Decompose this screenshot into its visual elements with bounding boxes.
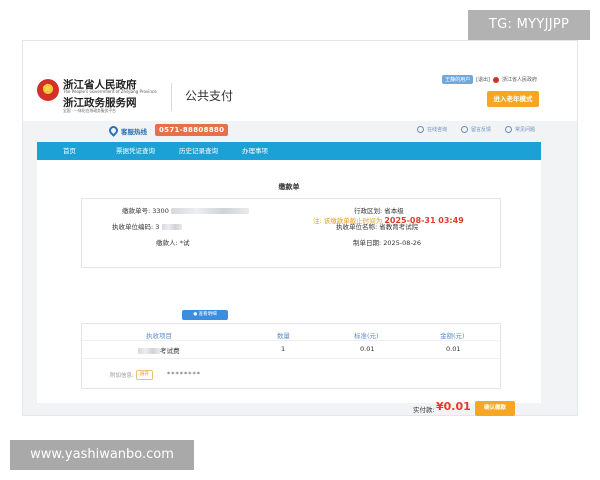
page-title: 公共支付 bbox=[185, 89, 234, 103]
logout-link[interactable]: [退出] bbox=[476, 76, 490, 83]
question-icon bbox=[504, 126, 512, 133]
bill-no-label: 缴款单号: bbox=[122, 207, 151, 215]
col-header-standard: 标准(元) bbox=[354, 332, 379, 340]
date-field: 制单日期: 2025-08-26 bbox=[353, 237, 421, 247]
quick-link-label: 留言反馈 bbox=[470, 127, 491, 133]
quick-link-label: 常见问题 bbox=[514, 127, 535, 133]
region-label: 行政区划: bbox=[354, 207, 383, 215]
date-value: 2025-08-26 bbox=[383, 239, 422, 247]
bill-info-box: 缴款单号: 3300 行政区划: 省本级 执收单位编码: 3 执收单位名称: 省… bbox=[81, 198, 501, 268]
payer-value: *试 bbox=[179, 239, 190, 247]
deadline-text: 注: 该缴款单截止时间为 bbox=[313, 217, 383, 225]
nav-voucher-query[interactable]: 票据凭证查询 bbox=[104, 142, 167, 160]
phone-icon bbox=[107, 124, 120, 137]
redacted-blur bbox=[161, 224, 182, 230]
hotline-label: 客服热线 bbox=[121, 128, 147, 136]
payer-field: 缴款人: *试 bbox=[156, 237, 190, 247]
unit-code-value: 3 bbox=[155, 223, 160, 231]
redacted-blur bbox=[138, 348, 160, 354]
confirm-payment-button[interactable]: 确认缴款 bbox=[475, 401, 515, 416]
col-header-amount: 金额(元) bbox=[440, 332, 465, 340]
paid-amount-label: 实付款: bbox=[413, 406, 435, 414]
hotline-bar: 客服热线 0571-88808880 在线咨询 留言反馈 常见问题 bbox=[23, 121, 577, 141]
col-header-item: 执收项目 bbox=[146, 332, 172, 340]
expand-chip[interactable]: 展开 bbox=[136, 370, 153, 380]
extra-info-value: ******** bbox=[167, 370, 201, 378]
row-amount: 0.01 bbox=[446, 345, 461, 353]
date-label: 制单日期: bbox=[353, 239, 382, 247]
chat-icon bbox=[416, 126, 424, 133]
quick-links: 在线咨询 留言反馈 常见问题 bbox=[416, 126, 535, 133]
redacted-blur bbox=[170, 208, 249, 214]
bill-no-value: 3300 bbox=[152, 207, 169, 215]
deadline-notice: 注: 该缴款单截止时间为 2025-08-31 03:49 bbox=[313, 215, 464, 225]
nav-home[interactable]: 首页 bbox=[37, 142, 104, 160]
paid-amount-value: ¥0.01 bbox=[436, 400, 471, 413]
app-frame: ★ 浙江省人民政府 The People's Government of Zhe… bbox=[22, 40, 578, 416]
items-table: 执收项目 数量 标准(元) 金额(元) 考试费 1 0.01 0.01 附加信息… bbox=[81, 323, 501, 389]
extra-info-label: 附加信息: bbox=[110, 373, 134, 379]
nav-history-query[interactable]: 历史记录查询 bbox=[167, 142, 230, 160]
payer-label: 缴款人: bbox=[156, 239, 178, 247]
quick-link-chat[interactable]: 在线咨询 bbox=[416, 126, 447, 133]
payment-form-panel: 缴款单 缴款单号: 3300 行政区划: 省本级 执收单位编码: 3 执收单位名… bbox=[37, 160, 541, 416]
message-icon bbox=[460, 126, 468, 133]
table-divider bbox=[82, 340, 500, 341]
gov-english-name: The People's Government of Zhejiang Prov… bbox=[63, 89, 157, 94]
hotline-number: 0571-88808880 bbox=[155, 124, 229, 136]
header-divider bbox=[171, 83, 172, 111]
gov-emblem-small-icon bbox=[492, 76, 499, 83]
unit-code-field: 执收单位编码: 3 bbox=[112, 221, 182, 231]
national-emblem-icon: ★ bbox=[37, 79, 59, 101]
form-title: 缴款单 bbox=[278, 183, 300, 191]
unit-code-label: 执收单位编码: bbox=[112, 223, 154, 231]
col-header-qty: 数量 bbox=[277, 332, 290, 340]
view-detail-button[interactable]: ● 查看明细 bbox=[182, 310, 228, 320]
main-nav: 首页 票据凭证查询 历史记录查询 办理事项 bbox=[37, 142, 541, 160]
table-divider bbox=[82, 358, 500, 359]
bill-no-field: 缴款单号: 3300 bbox=[122, 205, 249, 215]
row-qty: 1 bbox=[281, 345, 286, 353]
quick-link-label: 在线咨询 bbox=[426, 127, 447, 133]
item-name: 考试费 bbox=[160, 347, 180, 355]
watermark-site: www.yashiwanbo.com bbox=[10, 440, 194, 470]
nav-matters[interactable]: 办理事项 bbox=[230, 142, 280, 160]
elder-mode-button[interactable]: 进入老年模式 bbox=[487, 91, 539, 107]
top-user-links: 王静的用户 [退出] 浙江省人民政府 bbox=[442, 75, 537, 84]
site-header: ★ 浙江省人民政府 The People's Government of Zhe… bbox=[23, 41, 577, 121]
watermark-tg: TG: MYYJJPP bbox=[468, 10, 590, 40]
row-item: 考试费 bbox=[138, 345, 180, 355]
row-standard: 0.01 bbox=[360, 345, 375, 353]
view-detail-label: 查看明细 bbox=[198, 312, 217, 317]
region-value: 省本级 bbox=[384, 207, 404, 215]
deadline-value: 2025-08-31 03:49 bbox=[384, 216, 464, 225]
gov-link[interactable]: 浙江省人民政府 bbox=[502, 76, 537, 83]
quick-link-faq[interactable]: 常见问题 bbox=[504, 126, 535, 133]
region-field: 行政区划: 省本级 bbox=[354, 205, 404, 215]
quick-link-feedback[interactable]: 留言反馈 bbox=[460, 126, 491, 133]
user-name-link[interactable]: 王静的用户 bbox=[442, 75, 474, 84]
service-subtitle: 全国 · 一体化在线政务服务平台 bbox=[63, 108, 116, 113]
